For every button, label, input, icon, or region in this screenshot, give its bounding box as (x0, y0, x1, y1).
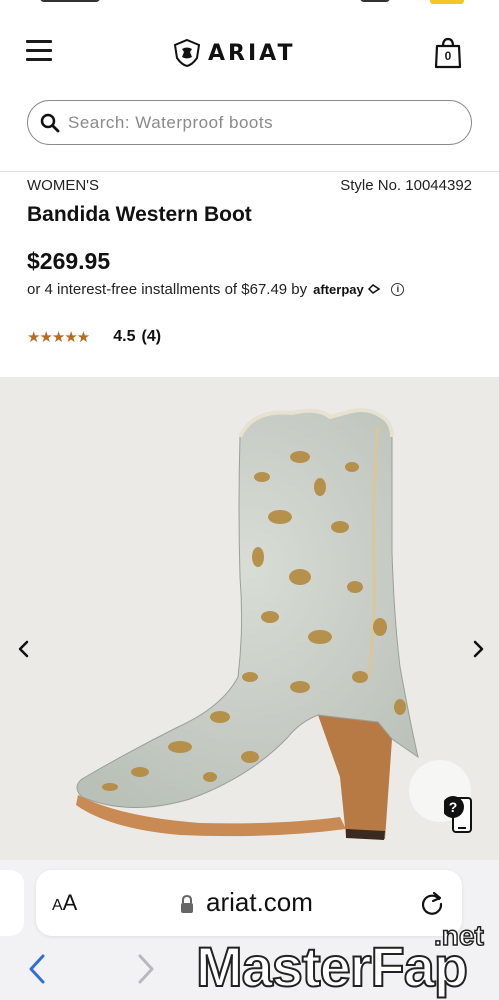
address-bar[interactable]: AA ariat.com (36, 870, 462, 936)
signal-icon (360, 0, 390, 2)
status-bar (0, 0, 499, 10)
svg-text:?: ? (449, 799, 458, 815)
search-input[interactable] (68, 112, 428, 133)
afterpay-logo[interactable]: afterpay (313, 282, 381, 297)
installments-info: or 4 interest-free installments of $67.4… (27, 281, 405, 298)
rating-stars-icon: ★★★★★ (27, 329, 90, 346)
back-arrow-icon[interactable] (26, 952, 48, 986)
product-category: WOMEN'S (27, 177, 100, 194)
text-size-button[interactable]: AA (52, 890, 77, 916)
chevron-right-icon[interactable] (466, 637, 490, 661)
header-divider (0, 171, 499, 172)
question-help-icon[interactable]: ? (444, 795, 474, 835)
previous-tab-preview[interactable] (0, 870, 24, 936)
ariat-logo[interactable]: ARIAT (172, 35, 295, 71)
product-image-carousel[interactable]: ? (0, 377, 499, 860)
chevron-left-icon[interactable] (12, 637, 36, 661)
shopping-bag-icon[interactable]: 0 (433, 36, 463, 70)
status-time (40, 0, 100, 2)
logo-text: ARIAT (208, 40, 296, 66)
search-bar[interactable] (27, 100, 472, 145)
info-icon[interactable]: i (391, 283, 405, 296)
lock-icon (181, 894, 193, 913)
forward-arrow-icon[interactable] (135, 952, 157, 986)
style-number: Style No. 10044392 (340, 177, 472, 194)
product-title: Bandida Western Boot (27, 203, 252, 226)
afterpay-label: afterpay (313, 282, 364, 297)
product-price: $269.95 (27, 248, 111, 274)
site-header: ARIAT 0 (0, 10, 499, 90)
battery-icon (430, 0, 464, 4)
search-icon (40, 113, 60, 132)
installments-text: or 4 interest-free installments of $67.4… (27, 281, 308, 298)
rating-count: (4) (141, 328, 162, 345)
afterpay-arrows-icon (368, 284, 381, 294)
rating-value: 4.5 (113, 328, 136, 345)
product-rating[interactable]: ★★★★★ 4.5 (4) (27, 328, 161, 346)
browser-toolbar: AA ariat.com (0, 860, 499, 1000)
horse-shield-icon (173, 38, 201, 68)
url-domain: ariat.com (206, 887, 313, 917)
cart-count: 0 (444, 49, 452, 63)
hamburger-menu-icon[interactable] (26, 40, 52, 61)
reload-icon[interactable] (419, 890, 445, 916)
